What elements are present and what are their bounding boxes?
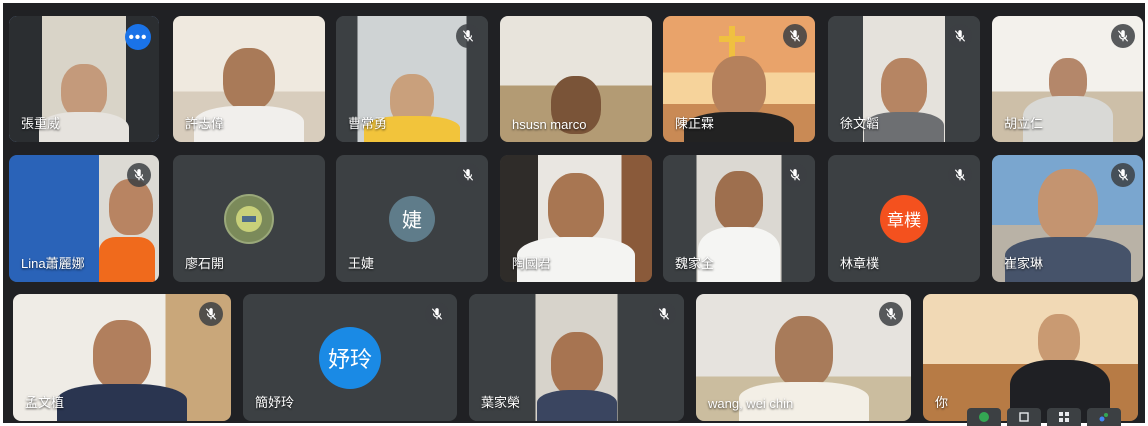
participant-tile-15[interactable]: 孟文植 (13, 294, 231, 421)
participant-name: wang, wei chin (708, 396, 794, 411)
participant-tile-7[interactable]: 胡立仁 (992, 16, 1143, 142)
participant-tile-1[interactable]: ••• 張重威 (9, 16, 159, 142)
chat-button[interactable] (967, 408, 1001, 426)
participant-name: 葉家榮 (481, 395, 521, 410)
participant-tile-18[interactable]: wang, wei chin (696, 294, 911, 421)
more-options-button[interactable]: ••• (125, 24, 151, 50)
participant-name: 廖石開 (185, 256, 225, 271)
mic-off-icon (1111, 24, 1135, 48)
participant-name: 林章樸 (840, 256, 880, 271)
video-feed (923, 294, 1138, 421)
participant-name: 崔家琳 (1004, 256, 1044, 271)
more-options-icon: ••• (128, 28, 148, 46)
meeting-toolbar (963, 408, 1148, 426)
participant-tile-16[interactable]: 妤玲 簡妤玲 (243, 294, 457, 421)
avatar: 妤玲 (319, 326, 381, 389)
avatar-initials: 妤玲 (327, 347, 372, 373)
participant-tile-14[interactable]: 崔家琳 (992, 155, 1143, 282)
participant-tile-11[interactable]: 陶國君 (500, 155, 652, 282)
mic-off-icon (456, 163, 480, 187)
participant-tile-5[interactable]: 陳正霖 (663, 16, 815, 142)
participant-name: 胡立仁 (1004, 116, 1044, 131)
participant-tile-12[interactable]: 魏家全 (663, 155, 815, 282)
participant-name: 張重威 (21, 116, 61, 131)
participant-name: 曹常勇 (348, 116, 388, 131)
mic-off-icon (783, 163, 807, 187)
mic-off-icon (199, 302, 223, 326)
mic-off-icon (1111, 163, 1135, 187)
participant-tile-9[interactable]: 廖石開 (173, 155, 325, 282)
avatar (224, 193, 274, 244)
participant-tile-13[interactable]: 章樸 林章樸 (828, 155, 980, 282)
participant-name: 許志偉 (185, 116, 225, 131)
mic-off-icon (948, 24, 972, 48)
grid-icon (1059, 412, 1069, 422)
mic-off-icon (879, 302, 903, 326)
participant-name: 魏家全 (675, 256, 715, 271)
participant-name: 王婕 (348, 256, 375, 271)
avatar: 章樸 (880, 194, 928, 243)
participant-tile-2[interactable]: 許志偉 (173, 16, 325, 142)
meeting-grid: ••• 張重威 許志偉 曹常勇 hsusn marco 陳正霖 徐文韜 胡立仁 … (3, 3, 1148, 426)
participants-icon (1019, 412, 1029, 422)
participant-name: Lina蕭麗娜 (21, 256, 85, 271)
mic-off-icon (127, 163, 151, 187)
participant-tile-17[interactable]: 葉家榮 (469, 294, 684, 421)
participant-tile-self[interactable]: 你 (923, 294, 1138, 421)
participant-tile-8[interactable]: Lina蕭麗娜 (9, 155, 159, 282)
participant-tile-6[interactable]: 徐文韜 (828, 16, 980, 142)
participant-name: 孟文植 (25, 395, 65, 410)
participants-button[interactable] (1007, 408, 1041, 426)
participant-name: 陶國君 (512, 256, 552, 271)
mic-off-icon (652, 302, 676, 326)
participant-name: 徐文韜 (840, 116, 880, 131)
mic-off-icon (456, 24, 480, 48)
participant-name: 陳正霖 (675, 116, 715, 131)
participant-name: hsusn marco (512, 117, 587, 132)
activities-button[interactable] (1087, 408, 1121, 426)
mic-off-icon (948, 163, 972, 187)
participant-tile-4[interactable]: hsusn marco (500, 16, 652, 142)
avatar-initials: 婕 (402, 208, 422, 232)
avatar-initials: 章樸 (887, 211, 921, 231)
avatar: 婕 (389, 195, 435, 242)
participant-name: 你 (935, 395, 949, 410)
layout-grid-button[interactable] (1047, 408, 1081, 426)
participant-tile-10[interactable]: 婕 王婕 (336, 155, 488, 282)
participant-tile-3[interactable]: 曹常勇 (336, 16, 488, 142)
chat-icon (979, 412, 989, 422)
mic-off-icon (425, 302, 449, 326)
participant-name: 簡妤玲 (255, 395, 295, 410)
activities-icon (1099, 413, 1108, 422)
mic-off-icon (783, 24, 807, 48)
